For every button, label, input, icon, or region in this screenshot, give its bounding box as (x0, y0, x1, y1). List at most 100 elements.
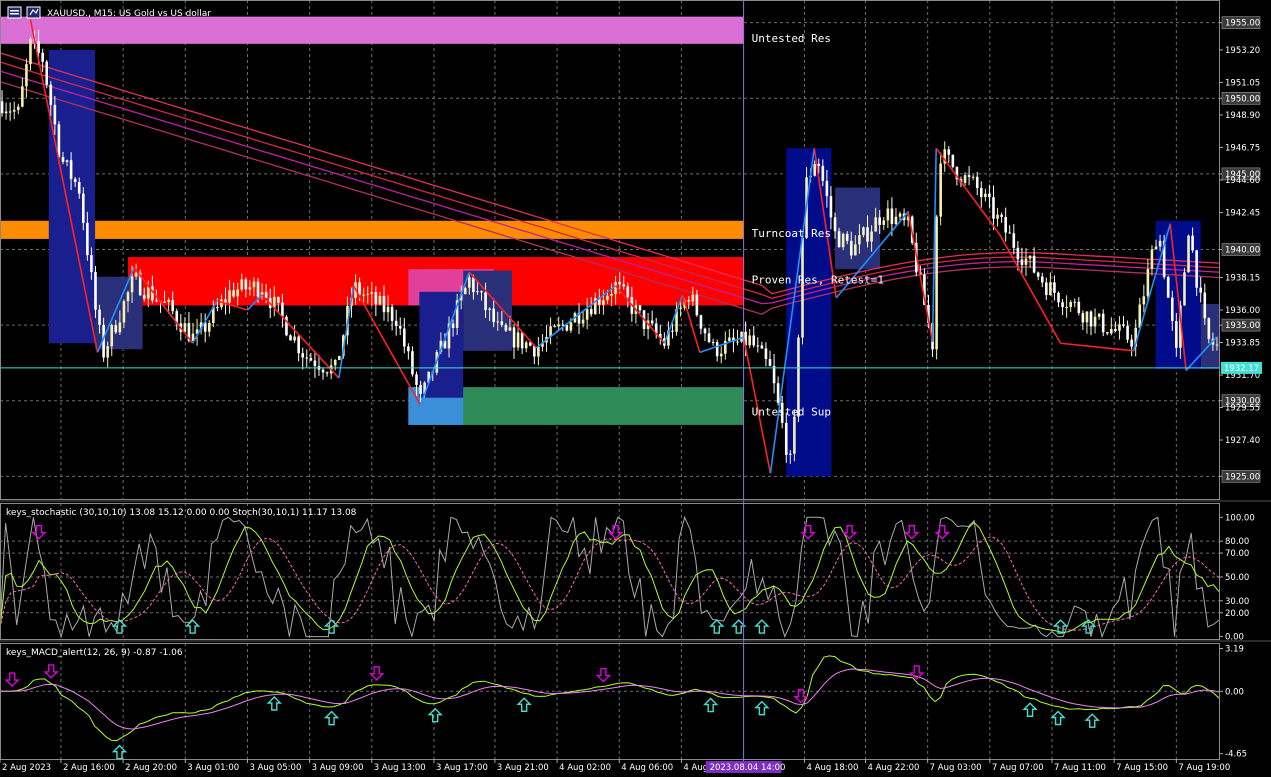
symbol-arrow-icon[interactable] (26, 6, 41, 19)
candle-body (337, 355, 341, 361)
candle-body (171, 299, 174, 312)
candle-body (671, 330, 674, 332)
candle-body (325, 372, 329, 374)
candle-body (57, 124, 61, 158)
chart-menu-icon[interactable] (7, 6, 22, 19)
candle-body (967, 175, 971, 177)
candle-body (1016, 247, 1020, 260)
time-label: 4 Aug 02:00 (559, 763, 611, 773)
time-label: 7 Aug 19:00 (1178, 763, 1230, 773)
candle-body (1073, 301, 1077, 303)
candle-body (313, 360, 317, 367)
buy-arrow-icon (111, 744, 128, 760)
candle-body (626, 286, 630, 298)
candle-body (829, 196, 833, 218)
time-label: 4 Aug 22:00 (867, 763, 919, 773)
candle-body (825, 180, 829, 197)
candle-body (715, 342, 719, 357)
candle-body (606, 295, 609, 301)
candle-body (1081, 313, 1085, 323)
price-label: 1927.40 (1225, 436, 1260, 446)
candle-body (845, 233, 849, 241)
buy-arrow-icon (709, 619, 725, 634)
time-label: 7 Aug 07:00 (992, 763, 1044, 773)
candle-body (699, 315, 703, 329)
candle-body (90, 255, 93, 273)
price-label: 1942.45 (1225, 208, 1260, 218)
candle-body (25, 64, 28, 87)
candle-body (106, 346, 109, 358)
time-label: 4 Aug 18:00 (807, 763, 859, 773)
sell-arrow-icon (368, 666, 385, 681)
candle-body (553, 326, 556, 328)
candle-body (963, 175, 967, 183)
macd-level-label: -4.65 (1225, 750, 1247, 760)
candle-body (281, 302, 284, 317)
candle-body (309, 357, 313, 361)
candle-body (45, 61, 49, 85)
candle-body (736, 341, 739, 343)
candle-body (581, 319, 585, 324)
stochastic-title: keys_stochastic (30,10,10) 13.08 15.12 0… (6, 508, 357, 518)
candle-body (1191, 235, 1194, 251)
candle-body (1089, 311, 1093, 327)
range-box (835, 187, 881, 270)
candle-body (163, 301, 166, 303)
candle-body (939, 163, 942, 217)
candle-body (707, 333, 711, 343)
candle-body (1012, 233, 1016, 248)
candle-body (244, 279, 248, 290)
zone-label: Untested Res (752, 32, 831, 45)
candle-body (305, 357, 309, 359)
candle-body (561, 324, 565, 326)
candle-body (394, 320, 398, 326)
candle-body (1061, 302, 1064, 308)
candle-body (602, 300, 605, 305)
candle-body (1053, 282, 1056, 293)
candle-body (167, 299, 170, 303)
time-label: 2 Aug 20:00 (125, 763, 177, 773)
zigzag-segment (935, 147, 1001, 235)
stoch-level-label: 50.00 (1225, 573, 1249, 583)
candle-body (8, 111, 12, 113)
candle-body (1057, 292, 1060, 303)
candle-body (463, 287, 467, 295)
grid-lines (0, 0, 1219, 759)
candle-body (386, 306, 390, 313)
candle-body (0, 101, 4, 114)
zone-untested-res (0, 16, 744, 44)
sell-arrow-icon (4, 672, 20, 688)
candle-body (81, 193, 85, 223)
buy-arrow-icon (266, 696, 282, 711)
candle-body (1142, 296, 1146, 305)
candle-body (1175, 321, 1178, 348)
time-label: 3 Aug 17:00 (436, 763, 488, 773)
sell-arrow-icon (595, 667, 612, 683)
candle-body (252, 281, 256, 288)
candle-body (451, 323, 455, 328)
candle-body (134, 272, 138, 277)
candle-body (1105, 332, 1109, 334)
candle-body (1187, 235, 1190, 273)
candle-body (1158, 240, 1162, 247)
candle-body (480, 291, 483, 293)
time-label: 7 Aug 11:00 (1054, 763, 1106, 773)
candle-body (94, 272, 97, 310)
candle-body (1183, 272, 1186, 306)
candle-body (589, 309, 593, 315)
trading-chart[interactable]: 1955.00 1953.20 1951.05 1950.00 1948.90 1946.… (0, 0, 1271, 777)
candle-body (874, 217, 877, 232)
candle-body (1126, 325, 1129, 340)
candle-body (813, 163, 816, 176)
buy-arrow-icon (702, 697, 719, 713)
window-title-bar: XAUUSD., M15: US Gold vs US dollar (7, 6, 211, 19)
candle-body (37, 40, 40, 53)
candle-body (277, 296, 280, 303)
price-label: 1935.00 (1225, 321, 1260, 331)
candle-body (155, 300, 158, 302)
chart-title: XAUUSD., M15: US Gold vs US dollar (47, 9, 211, 19)
pane-frame (0, 503, 1220, 640)
stoch-level-label: 80.00 (1225, 537, 1249, 547)
candle-body (504, 324, 508, 331)
candle-body (419, 384, 422, 394)
